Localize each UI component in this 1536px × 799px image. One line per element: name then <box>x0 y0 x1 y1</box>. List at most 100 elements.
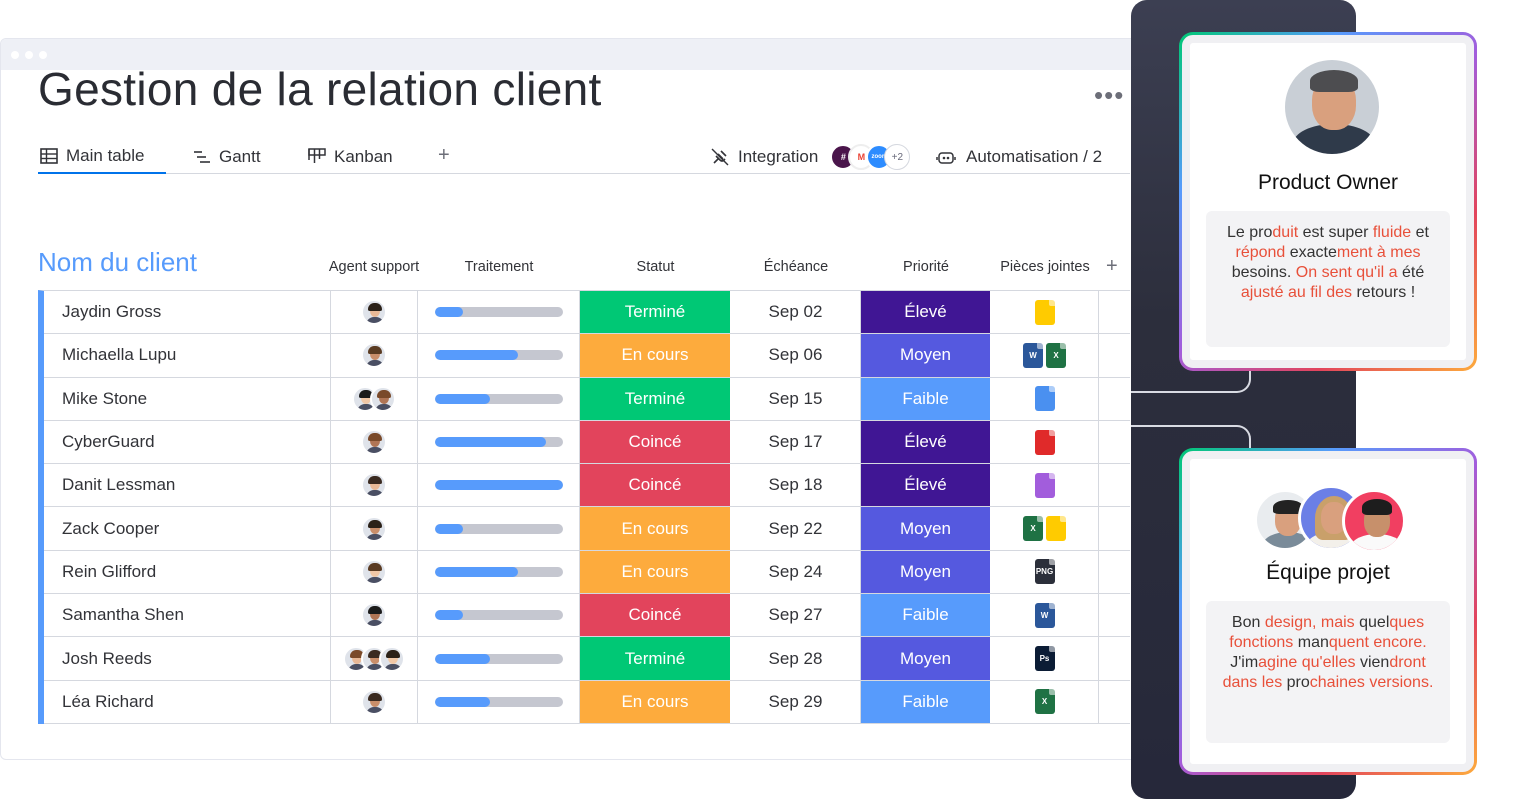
group-title[interactable]: Nom du client <box>38 247 197 278</box>
zip-file-icon[interactable] <box>1046 516 1066 542</box>
column-header-agent[interactable]: Agent support <box>318 259 430 275</box>
table-row[interactable]: Léa Richard En cours Sep 29 Faible X <box>44 680 1130 724</box>
progress-cell[interactable] <box>418 594 580 637</box>
agent-avatar[interactable] <box>361 688 387 715</box>
files-cell[interactable] <box>991 377 1099 420</box>
status-cell[interactable]: En cours <box>580 507 731 550</box>
priority-cell[interactable]: Élevé <box>861 420 991 464</box>
progress-cell[interactable] <box>418 334 580 377</box>
table-row[interactable]: Danit Lessman Coincé Sep 18 Élevé <box>44 464 1130 508</box>
client-name[interactable]: Rein Glifford <box>44 550 331 594</box>
status-cell[interactable]: Coincé <box>580 594 731 637</box>
more-options-button[interactable]: ••• <box>1094 80 1124 111</box>
status-cell[interactable]: Coincé <box>580 464 731 507</box>
agent-avatar[interactable] <box>361 342 387 369</box>
tab-main-table[interactable]: Main table <box>38 140 166 174</box>
agent-cell[interactable] <box>331 464 418 507</box>
priority-cell[interactable]: Faible <box>861 680 991 723</box>
agent-cell[interactable] <box>331 680 418 723</box>
word-file-icon[interactable]: W <box>1023 342 1043 368</box>
files-cell[interactable]: WX <box>991 334 1099 377</box>
priority-cell[interactable]: Faible <box>861 594 991 637</box>
photoshop-file-icon[interactable]: Ps <box>1034 646 1055 672</box>
agent-cell[interactable] <box>331 291 418 334</box>
progress-cell[interactable] <box>418 680 580 723</box>
client-name[interactable]: Léa Richard <box>44 680 331 723</box>
video-file-icon[interactable] <box>1034 472 1055 498</box>
status-cell[interactable]: En cours <box>580 550 731 594</box>
status-cell[interactable]: Terminé <box>580 291 731 334</box>
due-date-cell[interactable]: Sep 18 <box>731 464 861 507</box>
column-header-due[interactable]: Échéance <box>731 259 861 275</box>
progress-cell[interactable] <box>418 550 580 594</box>
agent-cell[interactable] <box>331 637 418 680</box>
client-name[interactable]: Danit Lessman <box>44 464 331 507</box>
column-header-progress[interactable]: Traitement <box>418 259 580 275</box>
priority-cell[interactable]: Faible <box>861 377 991 420</box>
progress-cell[interactable] <box>418 420 580 464</box>
agent-cell[interactable] <box>331 550 418 594</box>
png-file-icon[interactable]: PNG <box>1034 559 1055 585</box>
agent-avatar[interactable] <box>361 472 387 499</box>
client-name[interactable]: Michaella Lupu <box>44 334 331 377</box>
agent-avatar[interactable] <box>361 602 387 629</box>
progress-cell[interactable] <box>418 464 580 507</box>
image-file-icon[interactable] <box>1034 386 1055 412</box>
due-date-cell[interactable]: Sep 27 <box>731 594 861 637</box>
files-cell[interactable]: Ps <box>991 637 1099 680</box>
agent-cell[interactable] <box>331 420 418 464</box>
table-row[interactable]: Samantha Shen Coincé Sep 27 Faible W <box>44 594 1130 638</box>
agent-avatar[interactable] <box>361 558 387 585</box>
client-name[interactable]: Jaydin Gross <box>44 291 331 334</box>
due-date-cell[interactable]: Sep 22 <box>731 507 861 550</box>
pdf-file-icon[interactable] <box>1034 429 1055 455</box>
priority-cell[interactable]: Moyen <box>861 550 991 594</box>
client-name[interactable]: Samantha Shen <box>44 594 331 637</box>
files-cell[interactable] <box>991 420 1099 464</box>
agent-avatar[interactable] <box>361 429 387 456</box>
agent-cell[interactable] <box>331 594 418 637</box>
client-name[interactable]: Zack Cooper <box>44 507 331 550</box>
column-header-priority[interactable]: Priorité <box>861 259 991 275</box>
progress-cell[interactable] <box>418 377 580 420</box>
board-title[interactable]: Gestion de la relation client <box>38 62 602 116</box>
due-date-cell[interactable]: Sep 28 <box>731 637 861 680</box>
window-dot-icon[interactable] <box>25 50 33 59</box>
table-row[interactable]: CyberGuard Coincé Sep 17 Élevé <box>44 420 1130 465</box>
window-dot-icon[interactable] <box>11 50 19 59</box>
progress-cell[interactable] <box>418 637 580 680</box>
files-cell[interactable] <box>991 291 1099 334</box>
client-name[interactable]: CyberGuard <box>44 420 331 464</box>
agent-avatar[interactable] <box>370 385 396 412</box>
client-name[interactable]: Josh Reeds <box>44 637 331 680</box>
due-date-cell[interactable]: Sep 15 <box>731 377 861 420</box>
automation-button[interactable]: Automatisation / 2 <box>936 140 1102 174</box>
files-cell[interactable]: PNG <box>991 550 1099 594</box>
status-cell[interactable]: Terminé <box>580 377 731 420</box>
excel-file-icon[interactable]: X <box>1023 516 1043 542</box>
due-date-cell[interactable]: Sep 29 <box>731 680 861 723</box>
table-row[interactable]: Jaydin Gross Terminé Sep 02 Élevé <box>44 291 1130 335</box>
zip-file-icon[interactable] <box>1034 299 1055 325</box>
files-cell[interactable] <box>991 464 1099 507</box>
priority-cell[interactable]: Moyen <box>861 637 991 680</box>
status-cell[interactable]: En cours <box>580 334 731 377</box>
window-dot-icon[interactable] <box>39 50 47 59</box>
due-date-cell[interactable]: Sep 24 <box>731 550 861 594</box>
agent-cell[interactable] <box>331 507 418 550</box>
table-row[interactable]: Mike Stone Terminé Sep 15 Faible <box>44 377 1130 421</box>
column-header-status[interactable]: Statut <box>580 259 731 275</box>
agent-avatar[interactable] <box>379 645 405 672</box>
table-row[interactable]: Josh Reeds Terminé Sep 28 Moyen Ps <box>44 637 1130 681</box>
add-column-button[interactable]: + <box>1106 255 1118 278</box>
files-cell[interactable]: W <box>991 594 1099 637</box>
due-date-cell[interactable]: Sep 17 <box>731 420 861 464</box>
tab-gantt[interactable]: Gantt <box>193 140 261 174</box>
status-cell[interactable]: Terminé <box>580 637 731 680</box>
client-name[interactable]: Mike Stone <box>44 377 331 420</box>
priority-cell[interactable]: Élevé <box>861 291 991 334</box>
due-date-cell[interactable]: Sep 02 <box>731 291 861 334</box>
agent-cell[interactable] <box>331 377 418 420</box>
word-file-icon[interactable]: W <box>1034 602 1055 628</box>
table-row[interactable]: Michaella Lupu En cours Sep 06 Moyen W X <box>44 334 1130 378</box>
